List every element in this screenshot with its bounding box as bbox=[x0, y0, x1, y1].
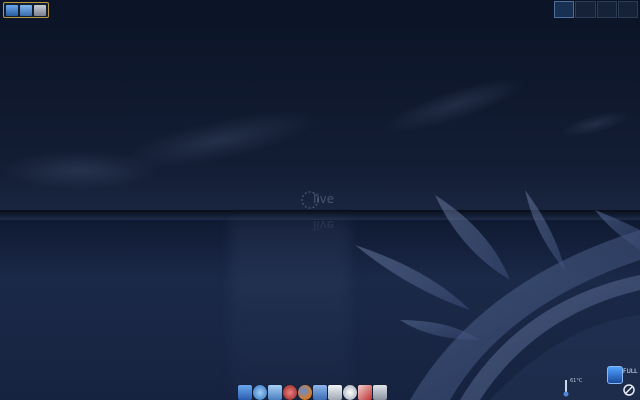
wallpaper-sun-art bbox=[355, 190, 640, 400]
battery-status-label: FULL bbox=[623, 368, 638, 375]
desktop[interactable]: live live 61°C FULL bbox=[0, 0, 640, 400]
logo-reflection: live bbox=[313, 218, 335, 232]
quick-launcher bbox=[3, 2, 49, 18]
cd-burner-icon[interactable] bbox=[343, 385, 357, 400]
text-editor-icon[interactable] bbox=[328, 385, 342, 400]
desktop-pager bbox=[554, 1, 638, 18]
network-icon[interactable] bbox=[34, 4, 46, 16]
desktop-icon[interactable] bbox=[238, 385, 252, 400]
mail-icon[interactable] bbox=[313, 385, 327, 400]
water-reflection bbox=[230, 220, 350, 400]
temperature-label: 61°C bbox=[570, 378, 583, 384]
desktop-4[interactable] bbox=[617, 1, 638, 18]
desktop-1[interactable] bbox=[554, 1, 575, 18]
media-player-icon[interactable] bbox=[283, 385, 297, 400]
dock bbox=[238, 382, 400, 400]
logo-text: live bbox=[313, 192, 335, 206]
desktop-3[interactable] bbox=[596, 1, 617, 18]
desktop-2[interactable] bbox=[575, 1, 596, 18]
monitor-icon[interactable] bbox=[6, 4, 18, 16]
files-icon[interactable] bbox=[268, 385, 282, 400]
power-manager-icon[interactable] bbox=[622, 383, 636, 397]
firefox-icon[interactable] bbox=[298, 385, 312, 400]
trash-icon[interactable] bbox=[373, 385, 387, 400]
image-viewer-icon[interactable] bbox=[358, 385, 372, 400]
globe-icon[interactable] bbox=[253, 385, 267, 400]
battery-icon[interactable] bbox=[607, 366, 623, 384]
cloud bbox=[0, 150, 160, 190]
computer-icon[interactable] bbox=[20, 4, 32, 16]
cloud bbox=[379, 67, 531, 143]
cloud bbox=[558, 106, 632, 142]
